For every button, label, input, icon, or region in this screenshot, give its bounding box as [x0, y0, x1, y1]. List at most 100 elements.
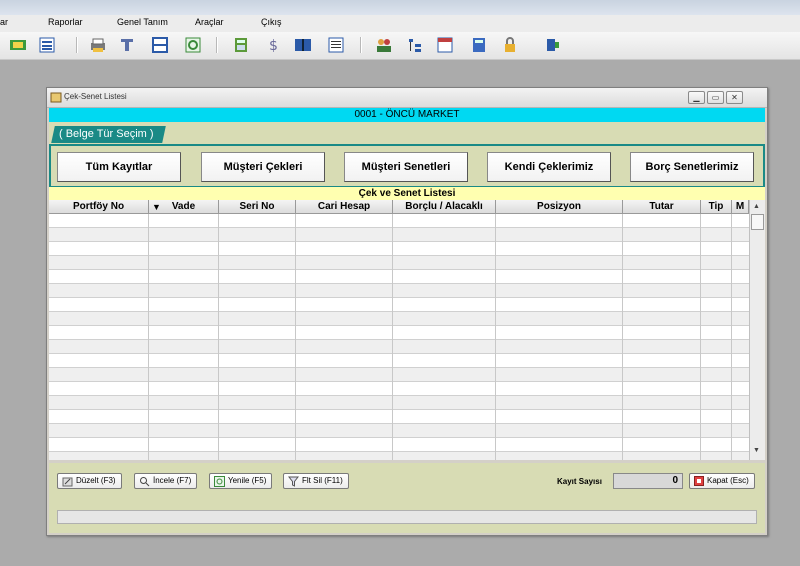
table-row[interactable]: [49, 228, 749, 242]
window-title: Çek-Senet Listesi: [64, 92, 127, 101]
maximize-button[interactable]: ▭: [707, 91, 724, 104]
column-divider: [731, 214, 732, 460]
refresh-icon[interactable]: [184, 36, 202, 54]
edit-button-label: Düzelt (F3): [76, 476, 116, 485]
column-divider: [148, 214, 149, 460]
table-row[interactable]: [49, 326, 749, 340]
all-records-button[interactable]: Tüm Kayıtlar: [57, 152, 181, 182]
menu-item-partial[interactable]: ar: [0, 17, 8, 27]
close-window-button[interactable]: Kapat (Esc): [689, 473, 755, 489]
refresh-button-label: Yenile (F5): [228, 476, 267, 485]
refresh-button[interactable]: Yenile (F5): [209, 473, 273, 489]
own-checks-button[interactable]: Kendi Çeklerimiz: [487, 152, 611, 182]
menu-item-genel-tanim[interactable]: Genel Tanım: [117, 17, 168, 27]
book-icon[interactable]: [294, 36, 312, 54]
users-icon[interactable]: [375, 36, 393, 54]
table-row[interactable]: [49, 424, 749, 438]
column-header-portfoy-no[interactable]: Portföy No: [49, 200, 149, 214]
toolbar: $: [0, 32, 800, 60]
table-row[interactable]: [49, 312, 749, 326]
customer-notes-button[interactable]: Müşteri Senetleri: [344, 152, 468, 182]
svg-text:$: $: [269, 38, 278, 53]
table-row[interactable]: [49, 256, 749, 270]
column-divider: [295, 214, 296, 460]
inspect-button[interactable]: İncele (F7): [134, 473, 198, 489]
check-note-grid[interactable]: Portföy No ▼ Vade Seri No Cari Hesap Bor…: [49, 200, 765, 460]
tree-icon[interactable]: [406, 36, 424, 54]
table-row[interactable]: [49, 340, 749, 354]
edit-icon: [62, 477, 73, 486]
menu-item-cikis[interactable]: Çıkış: [261, 17, 282, 27]
column-header-borclu-alacakli[interactable]: Borçlu / Alacaklı: [393, 200, 496, 214]
scroll-thumb[interactable]: [751, 214, 764, 230]
title-strip: [0, 0, 800, 15]
menu-item-araclar[interactable]: Araçlar: [195, 17, 224, 27]
dollar-icon[interactable]: $: [264, 36, 282, 54]
company-header: 0001 - ÖNCÜ MARKET: [49, 108, 765, 122]
table-row[interactable]: [49, 410, 749, 424]
toolbar-separator: [76, 37, 78, 53]
print-icon[interactable]: [89, 36, 107, 54]
tab-belge-tur-secim[interactable]: ( Belge Tür Seçim ): [51, 126, 166, 143]
calculator-icon[interactable]: [232, 36, 250, 54]
scroll-down-icon[interactable]: ▼: [753, 447, 760, 454]
column-header-vade[interactable]: ▼ Vade: [149, 200, 219, 214]
minimize-button[interactable]: ▁: [688, 91, 705, 104]
close-button[interactable]: ✕: [726, 91, 743, 104]
column-header-cari-hesap[interactable]: Cari Hesap: [296, 200, 393, 214]
inspect-button-label: İncele (F7): [153, 476, 192, 485]
list-title: Çek ve Senet Listesi: [49, 187, 765, 200]
money-icon[interactable]: [9, 36, 27, 54]
column-header-seri-no[interactable]: Seri No: [219, 200, 296, 214]
calc-icon[interactable]: [470, 36, 488, 54]
column-divider: [622, 214, 623, 460]
column-divider: [218, 214, 219, 460]
table-row[interactable]: [49, 284, 749, 298]
filter-icon[interactable]: [118, 36, 136, 54]
close-window-button-label: Kapat (Esc): [707, 476, 749, 485]
table-row[interactable]: [49, 452, 749, 460]
record-count-value: 0: [613, 473, 683, 489]
table-row[interactable]: [49, 354, 749, 368]
vertical-scrollbar[interactable]: ▲ ▼: [749, 200, 765, 460]
edit-button[interactable]: Düzelt (F3): [57, 473, 122, 489]
filter-icon: [288, 476, 299, 487]
grid-icon[interactable]: [151, 36, 169, 54]
magnifier-icon: [140, 476, 150, 486]
window-titlebar[interactable]: Çek-Senet Listesi ▁ ▭ ✕: [47, 88, 767, 108]
column-divider: [700, 214, 701, 460]
scroll-up-icon[interactable]: ▲: [753, 203, 760, 210]
column-header-tip[interactable]: Tip: [701, 200, 732, 214]
table-row[interactable]: [49, 298, 749, 312]
column-header-posizyon[interactable]: Posizyon: [496, 200, 623, 214]
lock-icon[interactable]: [501, 36, 519, 54]
calendar-icon[interactable]: [436, 36, 454, 54]
clear-filter-button[interactable]: Flt Sil (F11): [283, 473, 349, 489]
table-row[interactable]: [49, 368, 749, 382]
exit-icon[interactable]: [544, 36, 562, 54]
customer-checks-button[interactable]: Müşteri Çekleri: [201, 152, 325, 182]
table-row[interactable]: [49, 382, 749, 396]
report-icon[interactable]: [327, 36, 345, 54]
clear-filter-button-label: Flt Sil (F11): [302, 476, 343, 485]
table-row[interactable]: [49, 214, 749, 228]
action-panel: Düzelt (F3) İncele (F7) Yenile (F5) Flt …: [49, 463, 765, 533]
toolbar-separator: [216, 37, 218, 53]
menu-item-raporlar[interactable]: Raporlar: [48, 17, 83, 27]
column-divider: [495, 214, 496, 460]
column-header-m[interactable]: M: [732, 200, 749, 214]
column-divider: [392, 214, 393, 460]
tab-strip: ( Belge Tür Seçim ): [49, 122, 765, 144]
list-icon[interactable]: [38, 36, 56, 54]
window-icon: [50, 92, 62, 103]
close-icon: [694, 476, 704, 486]
debt-notes-button[interactable]: Borç Senetlerimiz: [630, 152, 754, 182]
table-row[interactable]: [49, 396, 749, 410]
column-header-tutar[interactable]: Tutar: [623, 200, 701, 214]
table-row[interactable]: [49, 270, 749, 284]
sort-desc-icon: ▼: [152, 202, 161, 212]
refresh-icon: [214, 475, 225, 487]
table-row[interactable]: [49, 242, 749, 256]
record-count-label: Kayıt Sayısı: [557, 477, 602, 486]
table-row[interactable]: [49, 438, 749, 452]
